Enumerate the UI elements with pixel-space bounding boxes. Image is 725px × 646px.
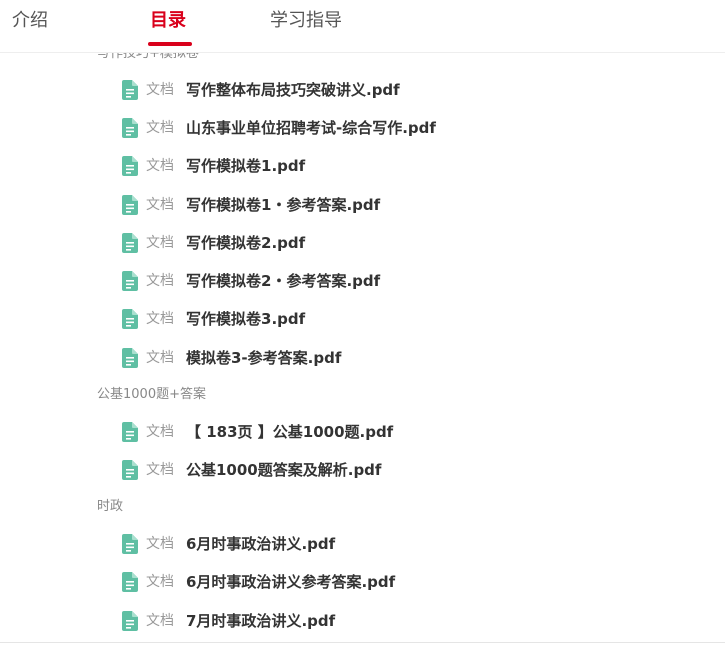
document-icon bbox=[122, 195, 138, 215]
list-item[interactable]: 文档 7月时事政治讲义.pdf bbox=[0, 606, 725, 636]
tab-bar: 介绍 目录 学习指导 bbox=[0, 0, 725, 53]
doc-title[interactable]: 写作整体布局技巧突破讲义.pdf bbox=[186, 81, 400, 99]
doc-type-label: 文档 bbox=[146, 158, 174, 174]
doc-type-label: 文档 bbox=[146, 613, 174, 629]
doc-type-label: 文档 bbox=[146, 424, 174, 440]
doc-type-label: 文档 bbox=[146, 311, 174, 327]
doc-title[interactable]: 写作模拟卷2・参考答案.pdf bbox=[186, 272, 380, 290]
document-icon bbox=[122, 348, 138, 368]
doc-type-label: 文档 bbox=[146, 462, 174, 478]
list-item[interactable]: 文档 模拟卷3-参考答案.pdf bbox=[0, 343, 725, 373]
list-item[interactable]: 文档 写作模拟卷2・参考答案.pdf bbox=[0, 266, 725, 296]
doc-title[interactable]: 7月时事政治讲义.pdf bbox=[186, 612, 335, 630]
list-item[interactable]: 文档 写作模拟卷2.pdf bbox=[0, 228, 725, 258]
list-item[interactable]: 文档 写作整体布局技巧突破讲义.pdf bbox=[0, 75, 725, 105]
doc-type-label: 文档 bbox=[146, 574, 174, 590]
doc-type-label: 文档 bbox=[146, 350, 174, 366]
list-item[interactable]: 文档 6月时事政治讲义参考答案.pdf bbox=[0, 567, 725, 597]
list-item[interactable]: 文档 【 183页 】公基1000题.pdf bbox=[0, 417, 725, 447]
document-icon bbox=[122, 611, 138, 631]
document-icon bbox=[122, 422, 138, 442]
doc-title[interactable]: 写作模拟卷3.pdf bbox=[186, 310, 305, 328]
doc-title[interactable]: 6月时事政治讲义.pdf bbox=[186, 535, 335, 553]
document-icon bbox=[122, 534, 138, 554]
doc-type-label: 文档 bbox=[146, 273, 174, 289]
doc-title[interactable]: 模拟卷3-参考答案.pdf bbox=[186, 349, 341, 367]
doc-title[interactable]: 山东事业单位招聘考试-综合写作.pdf bbox=[186, 119, 436, 137]
doc-title[interactable]: 公基1000题答案及解析.pdf bbox=[186, 461, 381, 479]
document-icon bbox=[122, 80, 138, 100]
list-item[interactable]: 文档 写作模拟卷3.pdf bbox=[0, 304, 725, 334]
list-item[interactable]: 文档 写作模拟卷1.pdf bbox=[0, 151, 725, 181]
document-icon bbox=[122, 460, 138, 480]
doc-title[interactable]: 写作模拟卷2.pdf bbox=[186, 234, 305, 252]
doc-title[interactable]: 写作模拟卷1・参考答案.pdf bbox=[186, 196, 380, 214]
doc-title[interactable]: 【 183页 】公基1000题.pdf bbox=[186, 423, 393, 441]
document-icon bbox=[122, 271, 138, 291]
tab-catalog[interactable]: 目录 bbox=[150, 9, 186, 33]
tab-intro[interactable]: 介绍 bbox=[12, 9, 48, 33]
document-icon bbox=[122, 233, 138, 253]
doc-type-label: 文档 bbox=[146, 197, 174, 213]
list-item[interactable]: 文档 6月时事政治讲义.pdf bbox=[0, 529, 725, 559]
active-tab-indicator bbox=[148, 42, 192, 46]
document-icon bbox=[122, 118, 138, 138]
list-item[interactable]: 文档 公基1000题答案及解析.pdf bbox=[0, 455, 725, 485]
doc-title[interactable]: 6月时事政治讲义参考答案.pdf bbox=[186, 573, 395, 591]
document-icon bbox=[122, 156, 138, 176]
document-icon bbox=[122, 572, 138, 592]
doc-type-label: 文档 bbox=[146, 120, 174, 136]
list-item[interactable]: 文档 山东事业单位招聘考试-综合写作.pdf bbox=[0, 113, 725, 143]
doc-type-label: 文档 bbox=[146, 536, 174, 552]
section-title: 公基1000题+答案 bbox=[97, 387, 206, 402]
section-title: 时政 bbox=[97, 499, 124, 514]
doc-title[interactable]: 写作模拟卷1.pdf bbox=[186, 157, 305, 175]
doc-type-label: 文档 bbox=[146, 235, 174, 251]
document-icon bbox=[122, 309, 138, 329]
tab-study-guide[interactable]: 学习指导 bbox=[270, 9, 342, 33]
list-item[interactable]: 文档 写作模拟卷1・参考答案.pdf bbox=[0, 190, 725, 220]
doc-type-label: 文档 bbox=[146, 82, 174, 98]
divider bbox=[0, 642, 725, 643]
catalog-list: 写作技巧+模拟卷 文档 写作整体布局技巧突破讲义.pdf 文档 山东事业单位招聘… bbox=[0, 0, 725, 646]
